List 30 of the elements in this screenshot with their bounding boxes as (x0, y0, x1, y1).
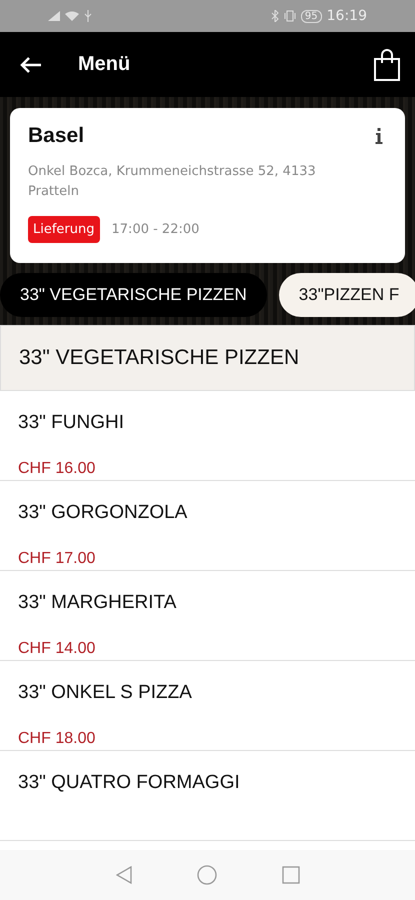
item-price: CHF 17.00 (18, 550, 96, 568)
item-name[interactable]: 33" ONKEL S PIZZA (18, 682, 397, 704)
signal-icon (48, 11, 60, 21)
battery-level: 95 (300, 10, 322, 22)
wifi-icon (65, 11, 79, 21)
back-icon[interactable] (116, 866, 132, 884)
category-tab[interactable]: 33"PIZZEN F (278, 273, 415, 317)
item-price: CHF 16.00 (18, 460, 96, 478)
clock: 16:19 (326, 8, 367, 24)
item-name[interactable]: 33" GORGONZOLA (18, 502, 397, 524)
item-name[interactable]: 33" FUNGHI (18, 412, 397, 434)
recents-icon[interactable] (282, 866, 300, 884)
item-price: CHF 18.00 (18, 730, 96, 748)
page-title: Menü (78, 53, 132, 76)
back-button[interactable] (20, 56, 42, 74)
home-icon[interactable] (196, 865, 216, 885)
shopping-bag-icon[interactable] (373, 48, 401, 80)
info-icon[interactable] (375, 128, 383, 144)
delivery-badge: Lieferung (28, 216, 100, 243)
item-name[interactable]: 33" MARGHERITA (18, 592, 397, 614)
store-address: Onkel Bozca, Krummeneichstrasse 52, 4133 Pratteln (28, 163, 317, 201)
usb-icon (84, 10, 92, 22)
category-tab[interactable]: 33" VEGETARISCHE PIZZEN (0, 273, 267, 317)
store-name: Basel (28, 124, 84, 148)
item-price: CHF 14.00 (18, 640, 96, 658)
opening-hours: 17:00 - 22:00 (112, 222, 200, 237)
section-title: 33" VEGETARISCHE PIZZEN (0, 325, 415, 391)
vibrate-icon (284, 10, 296, 22)
bluetooth-icon (270, 10, 279, 22)
item-name[interactable]: 33" QUATRO FORMAGGI (18, 772, 397, 794)
